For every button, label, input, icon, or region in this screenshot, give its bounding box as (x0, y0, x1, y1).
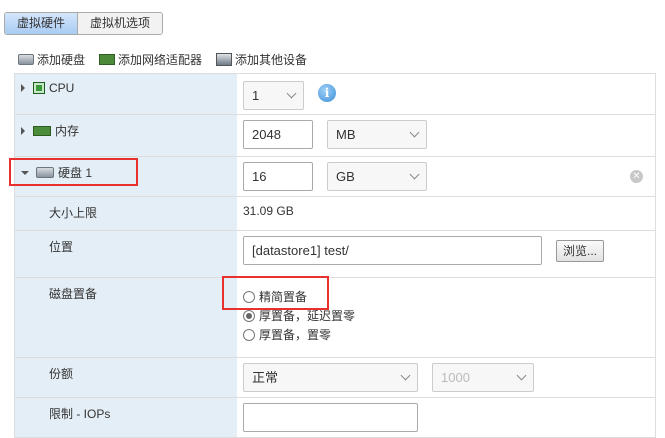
tab-bar: 虚拟硬件 虚拟机选项 (4, 12, 164, 35)
cpu-row: CPU 1 i (15, 74, 655, 115)
memory-input[interactable]: 2048 (243, 120, 313, 149)
max-size-row: 大小上限 31.09 GB (15, 197, 655, 231)
shares-value: 正常 (252, 370, 279, 385)
add-network-label: 添加网络适配器 (118, 53, 203, 67)
info-icon[interactable]: i (318, 84, 336, 102)
limit-iops-label: 限制 - IOPs (49, 407, 111, 421)
chevron-down-icon (409, 127, 420, 138)
radio-thick-eager-zeroed[interactable]: 厚置备，置零 (243, 325, 331, 344)
max-size-label: 大小上限 (49, 206, 98, 220)
cpu-expander[interactable]: CPU (21, 81, 237, 95)
disk-size-input[interactable]: 16 (243, 162, 313, 191)
location-input[interactable]: [datastore1] test/ (243, 236, 542, 265)
memory-row: 内存 2048 MB (15, 115, 655, 157)
location-value: [datastore1] test/ (252, 243, 349, 258)
max-size-value: 31.09 GB (243, 204, 294, 218)
cpu-value: 1 (252, 88, 260, 103)
device-icon (216, 53, 233, 66)
add-disk-label: 添加硬盘 (37, 53, 86, 67)
expand-icon (21, 126, 25, 135)
expand-icon (21, 84, 25, 92)
memory-label: 内存 (55, 124, 80, 138)
chevron-down-icon (400, 370, 411, 381)
add-other-label: 添加其他设备 (235, 53, 308, 67)
network-adapter-icon (99, 54, 116, 65)
limit-iops-row: 限制 - IOPs (15, 398, 655, 438)
memory-value: 2048 (252, 127, 281, 142)
chevron-down-icon (516, 370, 527, 381)
provisioning-label: 磁盘置备 (49, 287, 98, 301)
disk-size-value: 16 (252, 169, 267, 184)
add-network-adapter-button[interactable]: 添加网络适配器 (99, 51, 202, 68)
disk-unit-select[interactable]: GB (327, 162, 427, 191)
shares-select[interactable]: 正常 (243, 363, 418, 392)
disk-unit: GB (336, 169, 355, 184)
highlight-box-thin-provision (222, 276, 329, 310)
cpu-select[interactable]: 1 (243, 81, 304, 110)
shares-row: 份额 正常 1000 (15, 358, 655, 398)
memory-icon (33, 125, 51, 136)
hardware-grid: CPU 1i 内存 2048 MB 硬盘 1 16 GB ✕ 大小上限 31.09 … (14, 73, 656, 438)
add-other-device-button[interactable]: 添加其他设备 (216, 51, 307, 68)
tab-vm-options[interactable]: 虚拟机选项 (78, 13, 163, 34)
memory-unit-select[interactable]: MB (327, 120, 427, 149)
shares-label: 份额 (49, 367, 74, 381)
highlight-box-disk (9, 158, 138, 186)
radio-label: 厚置备，置零 (259, 328, 332, 342)
add-disk-button[interactable]: 添加硬盘 (18, 51, 85, 68)
memory-unit: MB (336, 127, 356, 142)
hard-disk-icon (18, 54, 34, 65)
remove-disk-icon[interactable]: ✕ (630, 170, 643, 183)
tab-virtual-hardware[interactable]: 虚拟硬件 (5, 13, 79, 34)
location-label: 位置 (49, 240, 74, 254)
chevron-down-icon (286, 88, 297, 99)
location-row: 位置 [datastore1] test/浏览... (15, 231, 655, 278)
cpu-label: CPU (49, 81, 75, 95)
chevron-down-icon (409, 169, 420, 180)
browse-button[interactable]: 浏览... (556, 240, 605, 262)
memory-expander[interactable]: 内存 (21, 122, 237, 139)
radio-button[interactable] (243, 328, 255, 341)
limit-iops-select[interactable] (243, 403, 418, 432)
toolbar: 添加硬盘 添加网络适配器 添加其他设备 (18, 51, 307, 68)
shares-number-select: 1000 (432, 363, 534, 392)
radio-button[interactable] (243, 309, 255, 322)
cpu-icon (33, 82, 45, 94)
shares-number: 1000 (441, 370, 470, 385)
provisioning-row: 磁盘置备 精简置备 厚置备，延迟置零 厚置备，置零 (15, 278, 655, 358)
